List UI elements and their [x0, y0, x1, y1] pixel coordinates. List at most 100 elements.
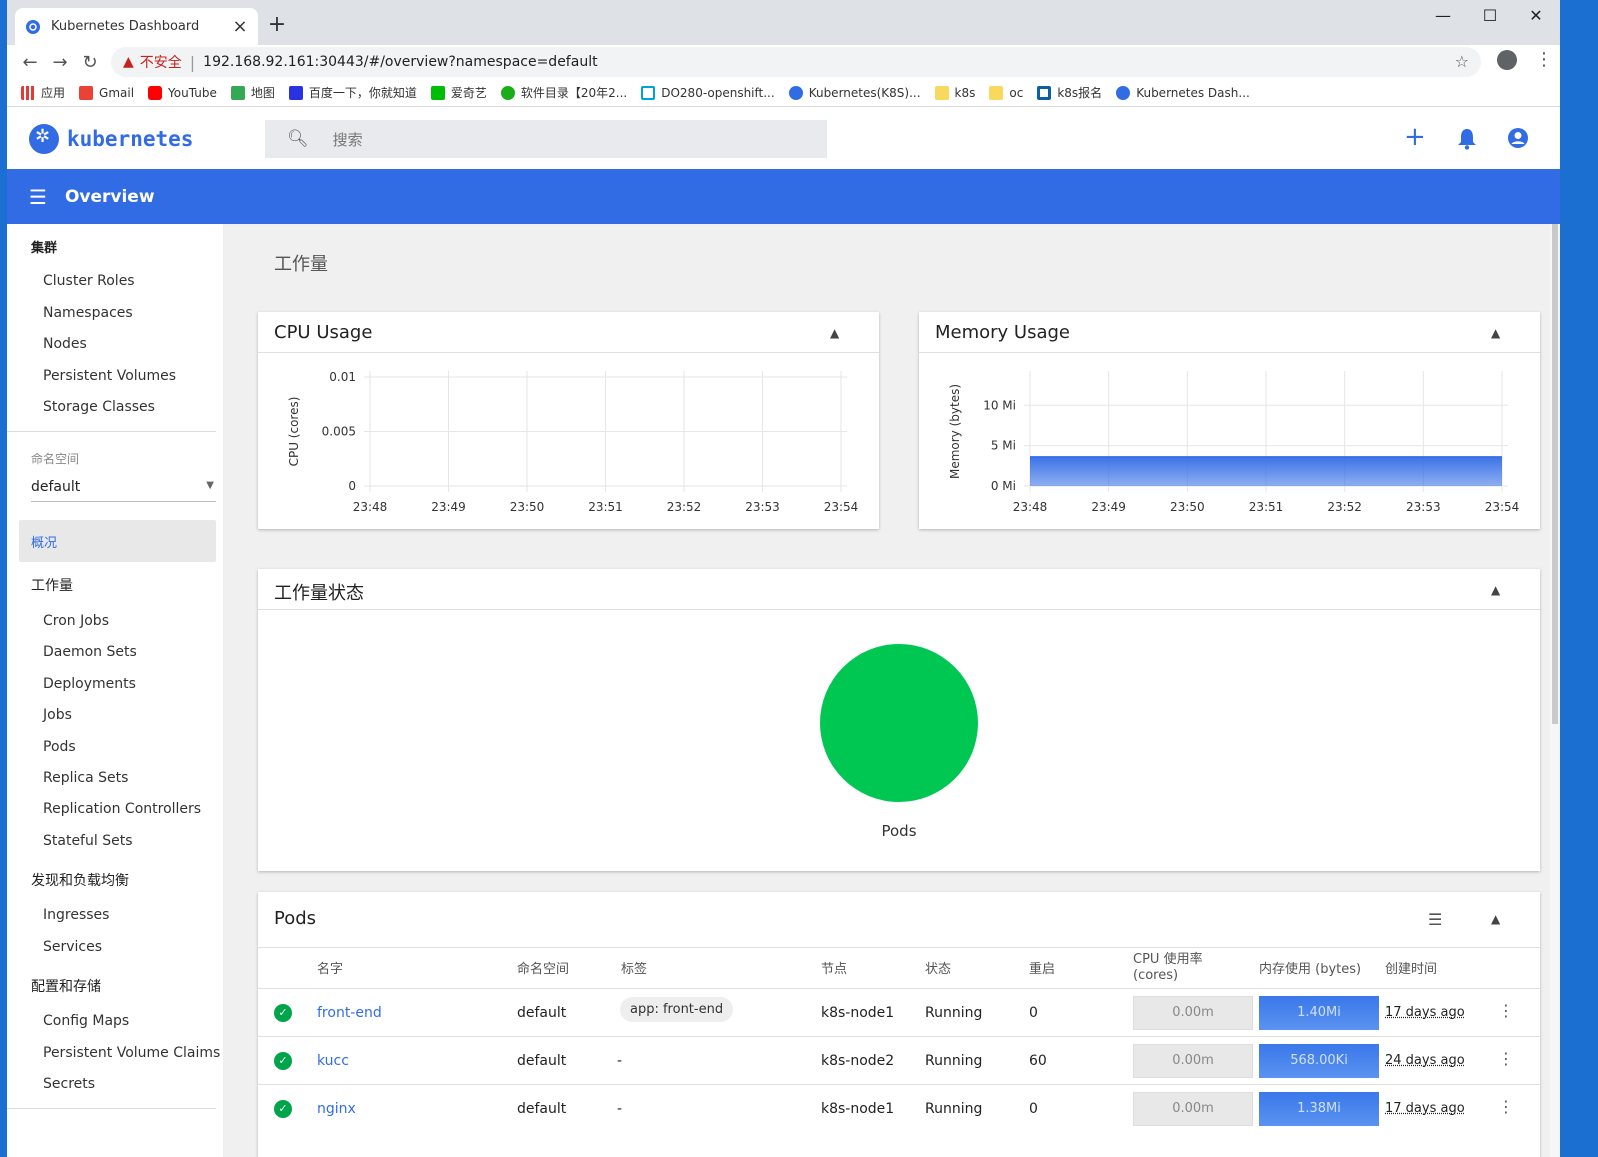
search-input[interactable]: 🔍︎ 搜索: [265, 120, 827, 158]
x-tick-label: 23:51: [1249, 500, 1284, 514]
sidebar-item-daemon-sets[interactable]: Daemon Sets: [43, 644, 137, 660]
filter-icon[interactable]: ☰: [1428, 910, 1442, 929]
column-header-created[interactable]: 创建时间: [1385, 958, 1437, 977]
collapse-caret-icon[interactable]: ▲: [1491, 912, 1500, 926]
minimize-button[interactable]: —: [1420, 6, 1466, 25]
close-tab-icon[interactable]: ×: [232, 16, 248, 37]
url-separator: |: [189, 52, 196, 72]
pod-node[interactable]: k8s-node2: [821, 1053, 894, 1069]
pod-node[interactable]: k8s-node1: [821, 1101, 894, 1117]
sidebar-item-replica-sets[interactable]: Replica Sets: [43, 770, 128, 786]
bookmark-item[interactable]: 百度一下，你就知道: [288, 84, 417, 101]
pod-age: 24 days ago: [1385, 1053, 1465, 1068]
sidebar-item-ingresses[interactable]: Ingresses: [43, 907, 109, 923]
bookmark-item[interactable]: k8s: [934, 85, 975, 100]
bookmark-star-icon[interactable]: ☆: [1455, 52, 1469, 71]
sidebar-item-nodes[interactable]: Nodes: [43, 336, 87, 352]
forward-arrow-icon[interactable]: →: [45, 52, 75, 73]
collapse-caret-icon[interactable]: ▲: [1491, 583, 1500, 597]
sidebar-heading-config[interactable]: 配置和存储: [31, 976, 101, 996]
bookmark-item[interactable]: 爱奇艺: [430, 84, 487, 101]
sidebar-item-overview[interactable]: 概况: [31, 532, 57, 551]
bookmark-item[interactable]: 软件目录【20年2...: [500, 84, 627, 101]
maximize-button[interactable]: ☐: [1467, 6, 1513, 25]
column-header-status[interactable]: 状态: [925, 958, 951, 977]
bookmark-item[interactable]: 地图: [230, 84, 275, 101]
table-row[interactable]: ✓ kucc default - k8s-node2 Running 60 0.…: [258, 1036, 1540, 1084]
browser-tab[interactable]: Kubernetes Dashboard ×: [15, 8, 258, 45]
collapse-caret-icon[interactable]: ▲: [1491, 326, 1500, 340]
x-tick-label: 23:53: [1406, 500, 1441, 514]
sidebar-item-secrets[interactable]: Secrets: [43, 1076, 95, 1092]
browser-account-icon[interactable]: [1497, 50, 1517, 70]
column-header-node[interactable]: 节点: [821, 958, 847, 977]
y-axis-label: Memory (bytes): [948, 384, 962, 479]
namespace-select[interactable]: default ▼: [31, 476, 216, 502]
sidebar-item-deployments[interactable]: Deployments: [43, 676, 136, 692]
sidebar-heading-workloads[interactable]: 工作量: [31, 575, 73, 595]
sidebar-item-cron-jobs[interactable]: Cron Jobs: [43, 613, 109, 629]
cpu-usage-card: CPU Usage ▲ 0 0.005 0.01 23:48 23:49 23:50 23:…: [258, 312, 879, 529]
pod-name-link[interactable]: front-end: [317, 1005, 382, 1021]
sidebar-item-services[interactable]: Services: [43, 939, 102, 955]
scrollbar-thumb[interactable]: [1552, 224, 1558, 724]
row-actions-kebab-icon[interactable]: ⋮: [1498, 1049, 1514, 1068]
sidebar-item-persistent-volumes[interactable]: Persistent Volumes: [43, 368, 176, 384]
bookmark-item[interactable]: YouTube: [148, 85, 217, 100]
reload-icon[interactable]: ↻: [75, 52, 105, 73]
bookmark-label: DO280-openshift...: [661, 85, 775, 100]
pie-label: Pods: [881, 822, 917, 840]
bookmark-label: Kubernetes(K8S)...: [808, 85, 921, 100]
create-plus-icon[interactable]: +: [1404, 122, 1426, 152]
browser-menu-icon[interactable]: ⋮: [1535, 49, 1553, 70]
page-toolbar: ☰ Overview: [7, 169, 1560, 224]
user-account-icon[interactable]: [1507, 127, 1529, 149]
back-arrow-icon[interactable]: ←: [15, 52, 45, 73]
table-row[interactable]: ✓ front-end default app: front-end k8s-n…: [258, 988, 1540, 1036]
bookmark-item[interactable]: Kubernetes(K8S)...: [788, 85, 921, 100]
column-header-namespace[interactable]: 命名空间: [517, 958, 569, 977]
sidebar-item-persistent-volume-claims[interactable]: Persistent Volume Claims: [43, 1045, 220, 1061]
hamburger-menu-icon[interactable]: ☰: [29, 185, 47, 209]
pod-namespace: default: [517, 1101, 567, 1117]
new-tab-button[interactable]: +: [265, 12, 289, 37]
pod-name-link[interactable]: kucc: [317, 1053, 349, 1069]
sidebar-item-jobs[interactable]: Jobs: [43, 707, 72, 723]
sidebar-item-replication-controllers[interactable]: Replication Controllers: [43, 801, 201, 817]
sidebar-heading-discovery[interactable]: 发现和负载均衡: [31, 870, 129, 890]
url-bar[interactable]: ▲ 不安全 | 192.168.92.161:30443/#/overview?…: [111, 47, 1481, 77]
pod-status: Running: [925, 1101, 983, 1117]
sidebar-item-stateful-sets[interactable]: Stateful Sets: [43, 833, 132, 849]
close-window-button[interactable]: ✕: [1513, 6, 1559, 25]
pod-namespace: default: [517, 1053, 567, 1069]
sidebar-item-pods[interactable]: Pods: [43, 739, 76, 755]
main-scrollbar[interactable]: [1550, 224, 1560, 1157]
tab-strip: Kubernetes Dashboard × + — ☐ ✕: [7, 0, 1560, 45]
notifications-bell-icon[interactable]: [1457, 128, 1477, 150]
sidebar-heading-cluster[interactable]: 集群: [31, 237, 57, 256]
row-actions-kebab-icon[interactable]: ⋮: [1498, 1097, 1514, 1116]
pod-labels: -: [617, 1101, 623, 1117]
table-row[interactable]: ✓ nginx default - k8s-node1 Running 0 0.…: [258, 1084, 1540, 1132]
bookmark-item[interactable]: k8s报名: [1037, 84, 1102, 101]
bookmark-item[interactable]: DO280-openshift...: [641, 85, 775, 100]
sidebar-item-storage-classes[interactable]: Storage Classes: [43, 399, 155, 415]
kubernetes-logo[interactable]: kubernetes: [29, 124, 193, 154]
sidebar-item-cluster-roles[interactable]: Cluster Roles: [43, 273, 135, 289]
bookmark-item[interactable]: oc: [989, 85, 1023, 100]
sidebar-item-config-maps[interactable]: Config Maps: [43, 1013, 129, 1029]
row-actions-kebab-icon[interactable]: ⋮: [1498, 1001, 1514, 1020]
pod-node[interactable]: k8s-node1: [821, 1005, 894, 1021]
collapse-caret-icon[interactable]: ▲: [830, 326, 839, 340]
bookmark-item[interactable]: Gmail: [79, 85, 134, 100]
column-header-restarts[interactable]: 重启: [1029, 958, 1055, 977]
column-header-name[interactable]: 名字: [317, 958, 343, 977]
pod-age: 17 days ago: [1385, 1101, 1465, 1116]
pod-name-link[interactable]: nginx: [317, 1101, 356, 1117]
cpu-sparkline: 0.00m: [1133, 996, 1253, 1030]
sidebar-item-namespaces[interactable]: Namespaces: [43, 305, 133, 321]
bookmark-item[interactable]: 应用: [21, 84, 65, 101]
card-divider: [258, 947, 1540, 948]
bookmark-item[interactable]: Kubernetes Dash...: [1116, 85, 1250, 100]
sidebar-divider: [7, 1108, 216, 1109]
